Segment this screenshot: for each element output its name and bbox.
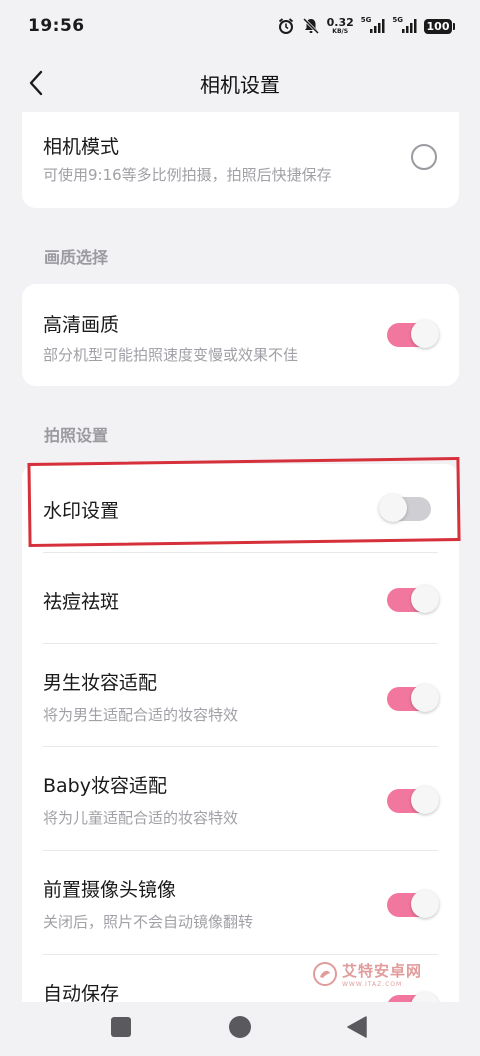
toggle-knob <box>411 786 439 814</box>
acne-removal-title: 祛痘祛斑 <box>43 591 120 613</box>
page-header: 相机设置 <box>0 58 480 108</box>
page-title: 相机设置 <box>200 72 280 97</box>
acne-removal-toggle[interactable] <box>387 585 439 613</box>
male-makeup-subtitle: 将为男生适配合适的妆容特效 <box>43 706 239 724</box>
triangle-back-icon <box>347 1016 367 1038</box>
male-makeup-title: 男生妆容适配 <box>43 672 158 694</box>
chevron-left-icon <box>29 70 43 96</box>
list-item-male-makeup[interactable]: 男生妆容适配 将为男生适配合适的妆容特效 <box>22 644 459 746</box>
male-makeup-toggle[interactable] <box>387 684 439 712</box>
hd-quality-card: 高清画质 部分机型可能拍照速度变慢或效果不佳 <box>22 284 459 386</box>
signal-icon-2: 5G <box>392 16 417 34</box>
status-icons: 0.32 KB/S 5G 5G 100 <box>277 15 455 36</box>
home-button[interactable] <box>229 1016 251 1038</box>
baby-makeup-subtitle: 将为儿童适配合适的妆容特效 <box>43 809 239 827</box>
camera-mode-card[interactable]: 相机模式 可使用9:16等多比例拍摄，拍照后快捷保存 <box>22 112 459 208</box>
hd-quality-toggle[interactable] <box>387 320 439 348</box>
watermark-logo-icon <box>313 962 337 986</box>
camera-mode-title: 相机模式 <box>43 136 120 158</box>
photo-settings-card: 水印设置 祛痘祛斑 男生妆容适配 将为男生适配合适的妆容特效 Baby妆容适配 … <box>22 464 459 1024</box>
watermark-setting-title: 水印设置 <box>43 500 120 522</box>
battery-icon: 100 <box>424 18 455 34</box>
status-bar: 19:56 0.32 KB/S 5G 5G 100 <box>0 0 480 52</box>
watermark-sub: WWW.ITAZ.COM <box>342 981 403 988</box>
baby-makeup-title: Baby妆容适配 <box>43 775 167 797</box>
back-button[interactable] <box>24 69 52 97</box>
system-nav-bar <box>0 1002 480 1056</box>
section-label-quality: 画质选择 <box>44 248 109 267</box>
list-item-watermark[interactable]: 水印设置 <box>22 464 459 552</box>
front-mirror-subtitle: 关闭后，照片不会自动镜像翻转 <box>43 913 254 931</box>
alarm-icon <box>277 17 295 35</box>
signal-icon: 5G <box>361 16 386 34</box>
list-item-front-mirror[interactable]: 前置摄像头镜像 关闭后，照片不会自动镜像翻转 <box>22 851 459 953</box>
site-watermark: 艾特安卓网 WWW.ITAZ.COM <box>312 960 422 988</box>
net-speed: 0.32 KB/S <box>326 15 354 35</box>
recents-button[interactable] <box>111 1017 131 1037</box>
toggle-knob <box>411 684 439 712</box>
status-time: 19:56 <box>28 16 85 36</box>
section-label-photo: 拍照设置 <box>44 426 109 445</box>
camera-mode-radio[interactable] <box>411 144 437 170</box>
front-mirror-toggle[interactable] <box>387 890 439 918</box>
mute-icon <box>302 17 320 35</box>
camera-mode-subtitle: 可使用9:16等多比例拍摄，拍照后快捷保存 <box>43 166 332 184</box>
baby-makeup-toggle[interactable] <box>387 786 439 814</box>
toggle-knob <box>411 585 439 613</box>
hd-quality-subtitle: 部分机型可能拍照速度变慢或效果不佳 <box>43 346 299 364</box>
list-item-baby-makeup[interactable]: Baby妆容适配 将为儿童适配合适的妆容特效 <box>22 747 459 849</box>
hd-quality-title: 高清画质 <box>43 314 120 336</box>
toggle-knob <box>411 320 439 348</box>
list-item-acne[interactable]: 祛痘祛斑 <box>22 553 459 643</box>
toggle-knob <box>379 494 407 522</box>
watermark-toggle[interactable] <box>379 494 431 522</box>
watermark-text: 艾特安卓网 <box>342 962 423 980</box>
toggle-knob <box>411 890 439 918</box>
nav-back-button[interactable] <box>346 1016 368 1042</box>
front-mirror-title: 前置摄像头镜像 <box>43 879 177 901</box>
